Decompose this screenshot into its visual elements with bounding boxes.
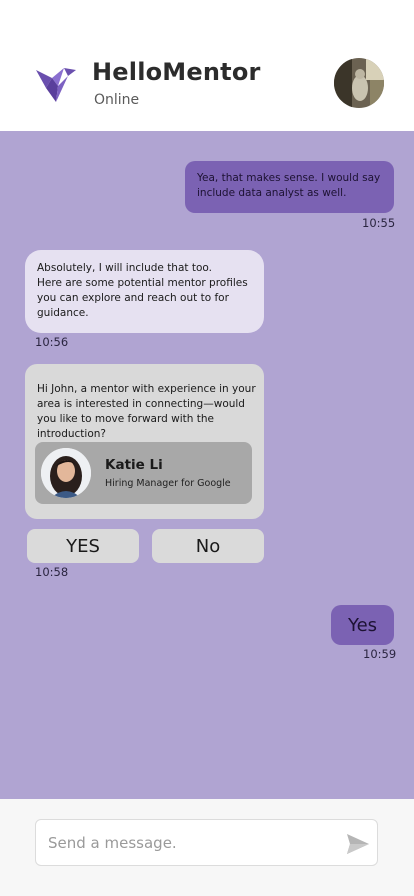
online-status: Online: [94, 92, 140, 108]
incoming-message: Absolutely, I will include that too. Her…: [25, 250, 264, 333]
mentor-role: Hiring Manager for Google: [105, 478, 231, 489]
message-input[interactable]: [48, 820, 338, 865]
app-header: HelloMentor Online: [0, 0, 414, 131]
yes-button[interactable]: YES: [27, 529, 139, 563]
mentor-photo: [41, 448, 91, 498]
message-time: 10:58: [35, 565, 69, 579]
mentor-name: Katie Li: [105, 457, 163, 473]
message-text: Hi John, a mentor with experience in you…: [37, 383, 256, 440]
message-time: 10:55: [362, 216, 396, 230]
message-text: Yea, that makes sense. I would say inclu…: [197, 172, 381, 199]
no-button[interactable]: No: [152, 529, 264, 563]
outgoing-message: Yes: [331, 605, 394, 645]
message-input-box[interactable]: [35, 819, 378, 866]
message-time: 10:56: [35, 335, 69, 349]
origami-bird-icon: [36, 68, 76, 102]
outgoing-message: Yea, that makes sense. I would say inclu…: [185, 161, 394, 213]
mentor-profile[interactable]: Katie Li Hiring Manager for Google: [35, 442, 252, 504]
message-text: Absolutely, I will include that too. Her…: [37, 262, 248, 319]
mentor-intro-card: Hi John, a mentor with experience in you…: [25, 364, 264, 519]
app-title: HelloMentor: [92, 58, 261, 86]
message-composer: [0, 799, 414, 896]
message-time: 10:59: [363, 647, 397, 661]
send-icon[interactable]: [347, 834, 369, 854]
avatar[interactable]: [334, 58, 384, 108]
message-text: Yes: [347, 614, 378, 636]
